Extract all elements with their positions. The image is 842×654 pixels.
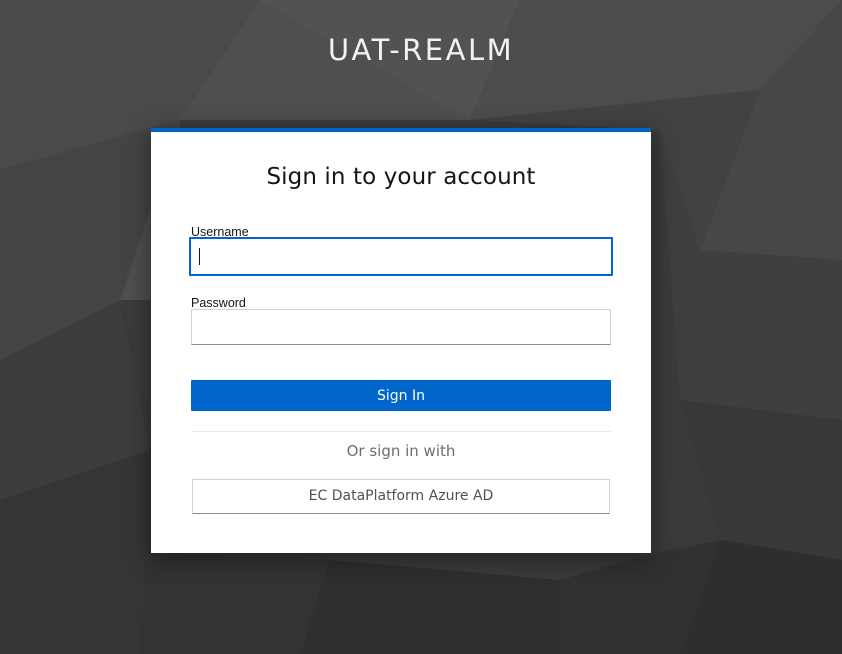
azure-ad-provider-button[interactable]: EC DataPlatform Azure AD [192,479,610,514]
login-card: Sign in to your account Username Passwor… [151,128,651,553]
password-input[interactable] [191,309,611,345]
text-caret [199,248,200,265]
sign-in-button[interactable]: Sign In [191,380,611,411]
username-input[interactable] [189,237,613,276]
alt-signin-text: Or sign in with [346,442,456,460]
divider [191,431,611,432]
password-label: Password [191,296,246,310]
realm-title: UAT-REALM [327,33,515,67]
login-heading: Sign in to your account [266,164,536,190]
